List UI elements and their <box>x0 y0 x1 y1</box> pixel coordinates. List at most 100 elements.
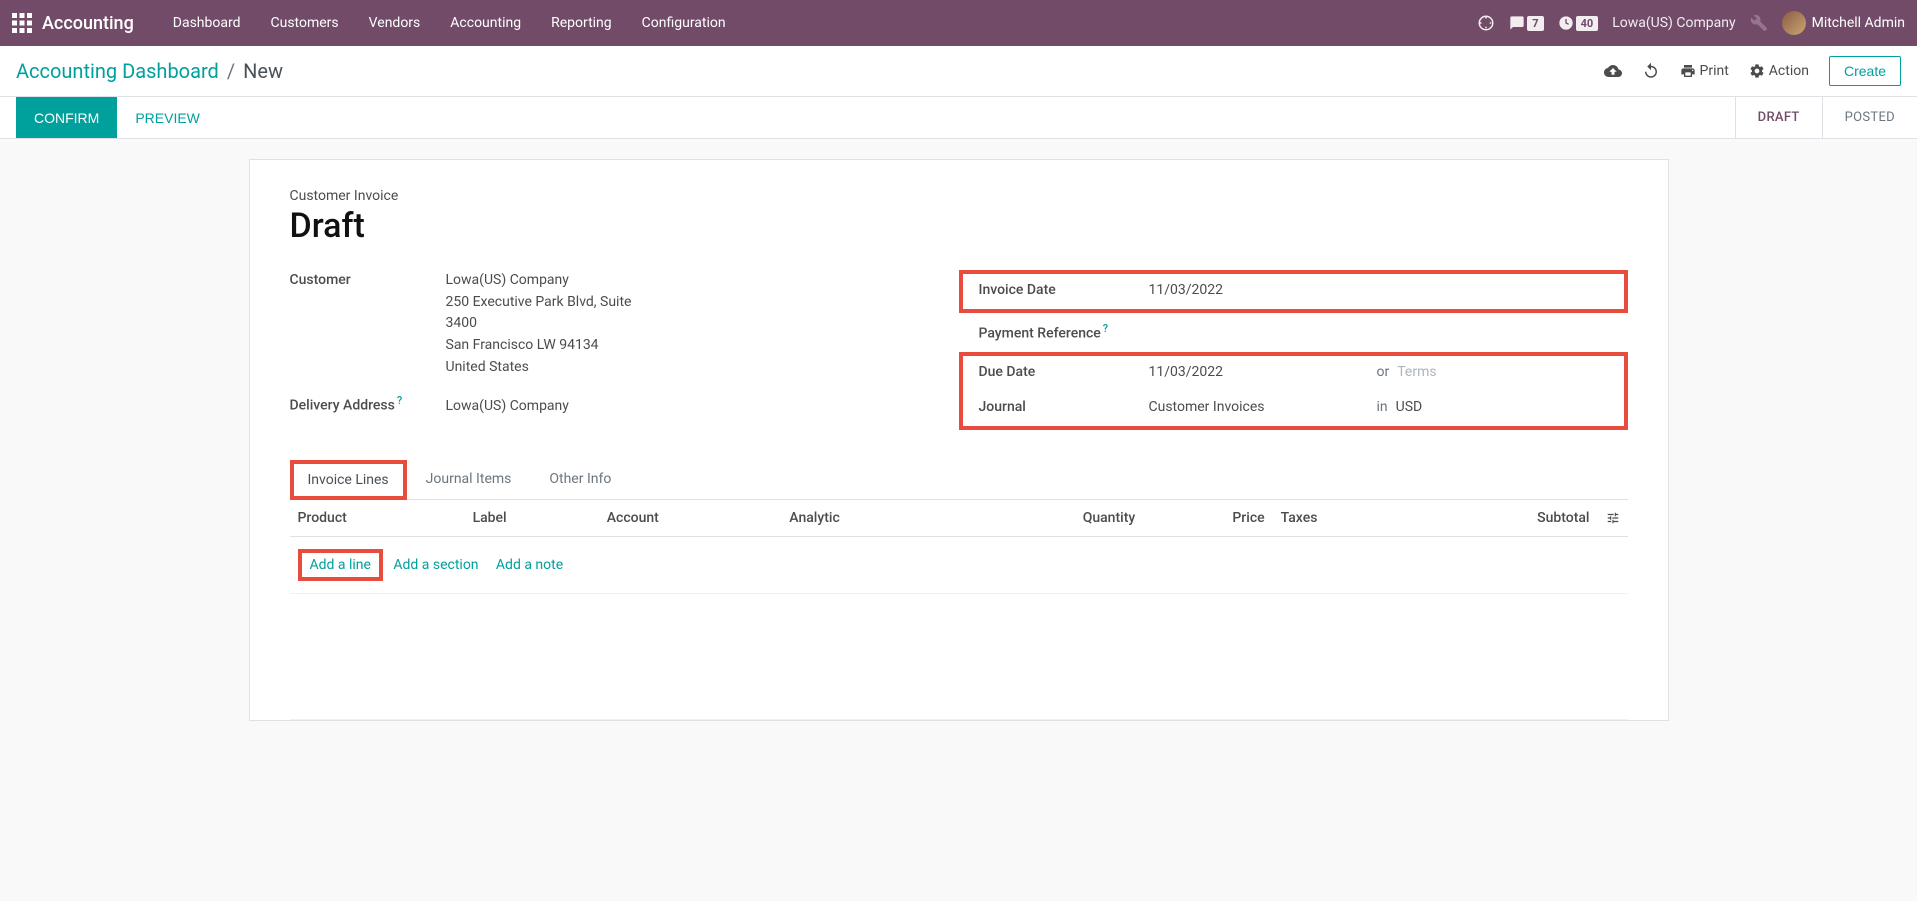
field-customer: Customer Lowa(US) Company 250 Executive … <box>290 270 959 379</box>
cloud-upload-icon[interactable] <box>1604 62 1622 80</box>
menu-vendors[interactable]: Vendors <box>354 0 436 46</box>
th-taxes[interactable]: Taxes <box>1273 500 1415 537</box>
form-sheet: Customer Invoice Draft Customer Lowa(US)… <box>249 159 1669 721</box>
label-payment-ref: Payment Reference? <box>979 321 1149 342</box>
action-label: Action <box>1769 63 1809 79</box>
tab-other-info[interactable]: Other Info <box>530 460 630 500</box>
field-payment-ref: Payment Reference? <box>959 321 1628 342</box>
action-button[interactable]: Action <box>1749 63 1809 79</box>
terms-placeholder[interactable]: Terms <box>1397 362 1436 383</box>
th-config[interactable] <box>1598 500 1628 537</box>
control-panel: Accounting Dashboard / New Print Action … <box>0 46 1917 97</box>
preview-button[interactable]: PREVIEW <box>117 97 218 138</box>
add-section-link[interactable]: Add a section <box>393 557 478 573</box>
th-analytic[interactable]: Analytic <box>781 500 959 537</box>
currency-value[interactable]: USD <box>1396 397 1423 418</box>
sliders-icon <box>1606 511 1620 525</box>
print-button[interactable]: Print <box>1680 63 1729 79</box>
label-journal: Journal <box>979 398 1149 415</box>
form-col-right: Invoice Date 11/03/2022 Payment Referenc… <box>959 270 1628 438</box>
field-invoice-date: Invoice Date 11/03/2022 <box>979 280 1614 301</box>
menu-dashboard[interactable]: Dashboard <box>158 0 256 46</box>
highlight-due-journal: Due Date 11/03/2022 or Terms Journal Cus… <box>959 352 1628 430</box>
value-delivery[interactable]: Lowa(US) Company <box>446 396 959 417</box>
help-icon[interactable]: ? <box>1103 322 1108 335</box>
breadcrumb-parent[interactable]: Accounting Dashboard <box>16 59 219 83</box>
due-or: or <box>1377 362 1390 383</box>
apps-icon[interactable] <box>12 13 32 33</box>
top-navbar: Accounting Dashboard Customers Vendors A… <box>0 0 1917 46</box>
label-payment-ref-text: Payment Reference <box>979 326 1101 342</box>
customer-city: San Francisco LW 94134 <box>446 335 959 356</box>
form-row: Customer Lowa(US) Company 250 Executive … <box>290 270 1628 438</box>
due-date-value[interactable]: 11/03/2022 <box>1149 362 1369 383</box>
label-invoice-date: Invoice Date <box>979 281 1149 298</box>
add-line-link[interactable]: Add a line <box>298 549 383 581</box>
journal-value[interactable]: Customer Invoices <box>1149 397 1369 418</box>
status-posted[interactable]: POSTED <box>1822 97 1917 138</box>
invoice-lines-table: Product Label Account Analytic Quantity … <box>290 500 1628 720</box>
tabs: Invoice Lines Journal Items Other Info <box>290 460 1628 500</box>
add-note-link[interactable]: Add a note <box>496 557 563 573</box>
menu-reporting[interactable]: Reporting <box>536 0 627 46</box>
field-journal: Journal Customer Invoices in USD <box>979 397 1608 418</box>
statusbar: DRAFT POSTED <box>1735 97 1917 138</box>
th-account[interactable]: Account <box>599 500 782 537</box>
status-draft[interactable]: DRAFT <box>1735 97 1822 138</box>
value-due-date: 11/03/2022 or Terms <box>1149 362 1608 383</box>
create-button[interactable]: Create <box>1829 56 1901 86</box>
debug-icon[interactable] <box>1750 14 1768 32</box>
support-icon[interactable] <box>1477 14 1495 32</box>
activities-icon[interactable]: 40 <box>1558 15 1599 31</box>
th-quantity[interactable]: Quantity <box>960 500 1144 537</box>
empty-rows <box>290 593 1628 719</box>
confirm-button[interactable]: CONFIRM <box>16 97 117 138</box>
breadcrumb-current: New <box>243 59 283 83</box>
user-menu[interactable]: Mitchell Admin <box>1782 11 1905 35</box>
th-label[interactable]: Label <box>465 500 599 537</box>
menu-accounting[interactable]: Accounting <box>435 0 536 46</box>
label-due-date: Due Date <box>979 363 1149 380</box>
avatar <box>1782 11 1806 35</box>
label-customer: Customer <box>290 271 446 288</box>
th-price[interactable]: Price <box>1143 500 1272 537</box>
app-name[interactable]: Accounting <box>42 13 134 34</box>
breadcrumb: Accounting Dashboard / New <box>16 59 283 83</box>
customer-street: 250 Executive Park Blvd, Suite 3400 <box>446 292 656 334</box>
menu-customers[interactable]: Customers <box>256 0 354 46</box>
value-invoice-date[interactable]: 11/03/2022 <box>1149 280 1614 301</box>
company-switcher[interactable]: Lowa(US) Company <box>1612 15 1735 31</box>
customer-name: Lowa(US) Company <box>446 270 959 291</box>
menu-configuration[interactable]: Configuration <box>627 0 741 46</box>
form-container: Customer Invoice Draft Customer Lowa(US)… <box>249 139 1669 721</box>
table-add-row: Add a line Add a section Add a note <box>290 536 1628 593</box>
th-product[interactable]: Product <box>290 500 465 537</box>
label-delivery: Delivery Address? <box>290 393 446 414</box>
label-delivery-text: Delivery Address <box>290 398 395 414</box>
messages-badge: 7 <box>1527 16 1543 31</box>
table-header-row: Product Label Account Analytic Quantity … <box>290 500 1628 537</box>
page-title: Draft <box>290 206 1628 246</box>
journal-in: in <box>1377 397 1388 418</box>
button-bar: CONFIRM PREVIEW DRAFT POSTED <box>0 97 1917 139</box>
breadcrumb-sep: / <box>227 59 235 83</box>
user-name: Mitchell Admin <box>1812 15 1905 31</box>
field-due-date: Due Date 11/03/2022 or Terms <box>979 362 1608 383</box>
customer-country: United States <box>446 357 959 378</box>
messages-icon[interactable]: 7 <box>1509 15 1543 31</box>
field-delivery: Delivery Address? Lowa(US) Company <box>290 393 959 417</box>
value-customer[interactable]: Lowa(US) Company 250 Executive Park Blvd… <box>446 270 959 379</box>
tab-journal-items[interactable]: Journal Items <box>407 460 531 500</box>
discard-icon[interactable] <box>1642 62 1660 80</box>
form-col-left: Customer Lowa(US) Company 250 Executive … <box>290 270 959 438</box>
move-type: Customer Invoice <box>290 188 1628 204</box>
print-label: Print <box>1700 63 1729 79</box>
nav-right: 7 40 Lowa(US) Company Mitchell Admin <box>1477 11 1905 35</box>
help-icon[interactable]: ? <box>397 394 402 407</box>
value-journal: Customer Invoices in USD <box>1149 397 1608 418</box>
activities-badge: 40 <box>1576 16 1599 31</box>
tab-invoice-lines[interactable]: Invoice Lines <box>290 460 407 500</box>
highlight-invoice-date: Invoice Date 11/03/2022 <box>959 270 1628 313</box>
nav-menu: Dashboard Customers Vendors Accounting R… <box>158 0 741 46</box>
th-subtotal[interactable]: Subtotal <box>1414 500 1597 537</box>
